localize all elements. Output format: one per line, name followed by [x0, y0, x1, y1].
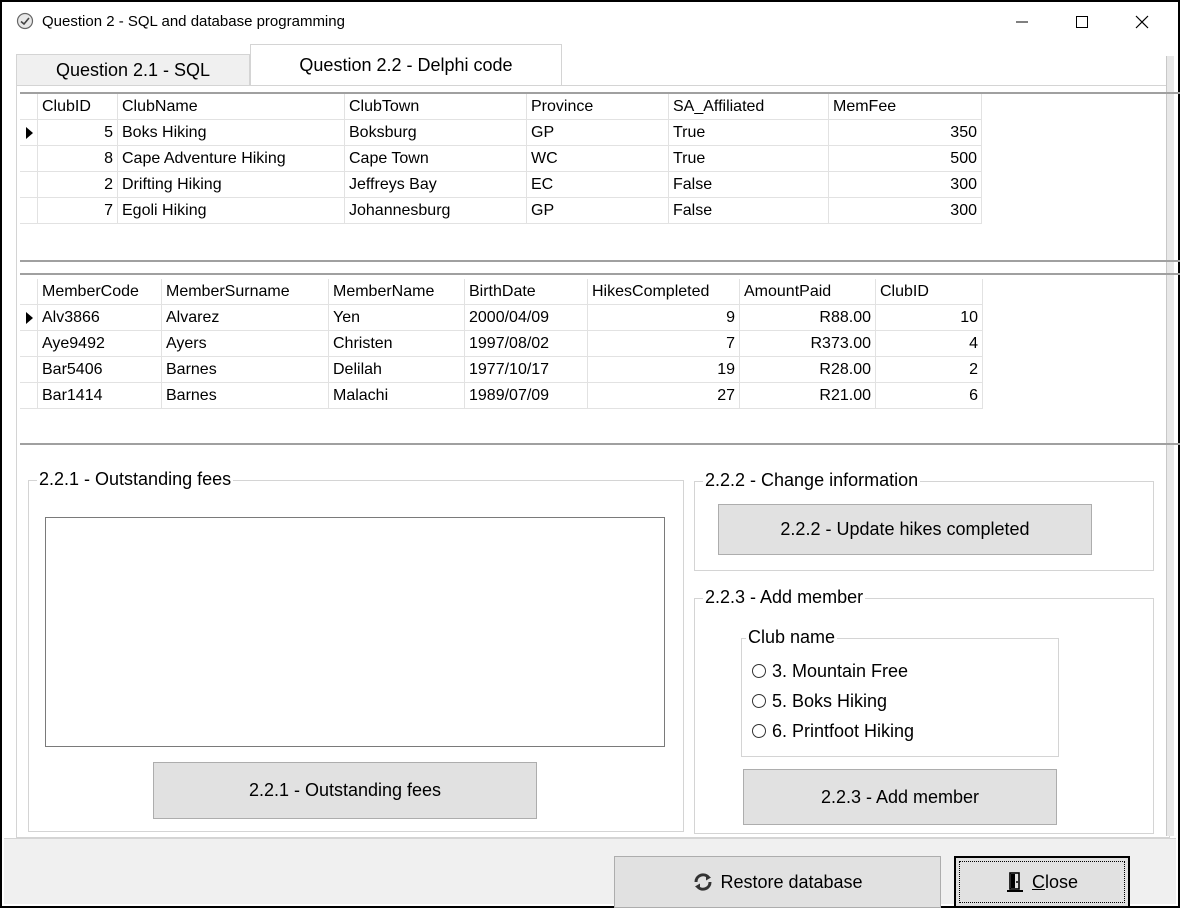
minimize-icon — [1016, 21, 1028, 23]
club-name-group-label: Club name — [746, 627, 838, 648]
change-information-group-label: 2.2.2 - Change information — [703, 470, 921, 491]
table-row[interactable]: Aye9492 Ayers Christen 1997/08/02 7 R373… — [20, 331, 983, 357]
table-row[interactable]: 7 Egoli Hiking Johannesburg GP False 300 — [20, 198, 982, 224]
radio-button[interactable] — [752, 694, 766, 708]
column-header[interactable]: MemberCode — [38, 279, 162, 305]
column-header[interactable]: Province — [527, 94, 669, 120]
close-button[interactable]: Close — [954, 856, 1130, 908]
column-header[interactable]: AmountPaid — [740, 279, 876, 305]
radio-option-printfoot-hiking[interactable]: 6. Printfoot Hiking — [752, 719, 914, 743]
restore-database-button[interactable]: Restore database — [614, 856, 941, 908]
column-header[interactable]: ClubID — [876, 279, 983, 305]
app-check-icon — [16, 12, 34, 30]
table-row[interactable]: 8 Cape Adventure Hiking Cape Town WC Tru… — [20, 146, 982, 172]
divider — [20, 443, 1180, 445]
add-member-button[interactable]: 2.2.3 - Add member — [743, 769, 1057, 825]
tab-question-2-2[interactable]: Question 2.2 - Delphi code — [250, 44, 562, 86]
current-row-indicator — [20, 120, 38, 146]
radio-button[interactable] — [752, 664, 766, 678]
update-hikes-button[interactable]: 2.2.2 - Update hikes completed — [718, 504, 1092, 555]
table-row[interactable]: Bar5406 Barnes Delilah 1977/10/17 19 R28… — [20, 357, 983, 383]
outstanding-fees-button[interactable]: 2.2.1 - Outstanding fees — [153, 762, 537, 819]
maximize-icon — [1076, 16, 1088, 28]
tab-question-2-1[interactable]: Question 2.1 - SQL — [16, 54, 250, 86]
outstanding-fees-group-label: 2.2.1 - Outstanding fees — [37, 469, 234, 490]
close-window-button[interactable] — [1119, 6, 1165, 38]
column-header[interactable]: ClubID — [38, 94, 118, 120]
clubs-grid-header: ClubID ClubName ClubTown Province SA_Aff… — [20, 94, 982, 120]
column-header[interactable]: BirthDate — [465, 279, 588, 305]
close-icon — [1135, 15, 1149, 29]
column-header[interactable]: MemberName — [329, 279, 465, 305]
members-grid[interactable]: MemberCode MemberSurname MemberName Birt… — [20, 273, 1180, 443]
table-row[interactable]: Bar1414 Barnes Malachi 1989/07/09 27 R21… — [20, 383, 983, 409]
door-exit-icon — [1006, 871, 1026, 893]
column-header[interactable]: HikesCompleted — [588, 279, 740, 305]
table-row[interactable]: 2 Drifting Hiking Jeffreys Bay EC False … — [20, 172, 982, 198]
clubs-grid[interactable]: ClubID ClubName ClubTown Province SA_Aff… — [20, 92, 1180, 260]
table-row[interactable]: Alv3866 Alvarez Yen 2000/04/09 9 R88.00 … — [20, 305, 983, 331]
add-member-group-label: 2.2.3 - Add member — [703, 587, 866, 608]
outstanding-fees-group: 2.2.1 - Outstanding fees 2.2.1 - Outstan… — [28, 469, 684, 832]
close-label: Close — [1031, 871, 1079, 892]
change-information-group: 2.2.2 - Change information 2.2.2 - Updat… — [694, 470, 1154, 571]
maximize-button[interactable] — [1059, 6, 1105, 38]
radio-option-boks-hiking[interactable]: 5. Boks Hiking — [752, 689, 887, 713]
column-header[interactable]: ClubName — [118, 94, 345, 120]
radio-button[interactable] — [752, 724, 766, 738]
column-header[interactable]: MemFee — [829, 94, 982, 120]
restore-database-label: Restore database — [720, 871, 863, 892]
divider — [20, 260, 1180, 262]
club-name-radio-group: Club name 3. Mountain Free 5. Boks Hikin… — [741, 627, 1059, 757]
column-header[interactable]: ClubTown — [345, 94, 527, 120]
window-title: Question 2 - SQL and database programmin… — [42, 13, 345, 30]
members-grid-header: MemberCode MemberSurname MemberName Birt… — [20, 279, 983, 305]
radio-option-mountain-free[interactable]: 3. Mountain Free — [752, 659, 908, 683]
column-header[interactable]: SA_Affiliated — [669, 94, 829, 120]
column-header[interactable]: MemberSurname — [162, 279, 329, 305]
app-window: Question 2 - SQL and database programmin… — [0, 0, 1180, 908]
current-row-indicator — [20, 305, 38, 331]
table-row[interactable]: 5 Boks Hiking Boksburg GP True 350 — [20, 120, 982, 146]
title-bar: Question 2 - SQL and database programmin… — [2, 0, 1178, 40]
minimize-button[interactable] — [999, 6, 1045, 38]
add-member-group: 2.2.3 - Add member Club name 3. Mountain… — [694, 587, 1154, 834]
output-memo[interactable] — [45, 517, 665, 747]
refresh-icon — [692, 871, 714, 893]
